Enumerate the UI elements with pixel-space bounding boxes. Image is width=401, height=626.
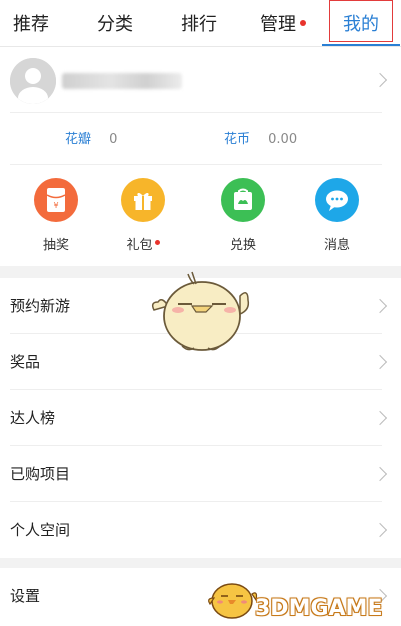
chevron-right-icon: [372, 298, 388, 314]
chick-mascot-icon: [151, 271, 250, 351]
menu-item-label: 已购项目: [10, 465, 71, 483]
coin-balance[interactable]: 花币 0.00: [224, 128, 297, 147]
top-tab-bar: 推荐 分类 排行 管理 我的: [0, 0, 401, 46]
avatar[interactable]: [10, 58, 56, 104]
menu-item-label: 设置: [10, 587, 41, 605]
tab-label: 排行: [181, 14, 217, 35]
chevron-right-icon: [372, 72, 388, 88]
petal-balance[interactable]: 花瓣 0: [65, 128, 117, 147]
highlight-frame: [329, 0, 393, 42]
divider: [10, 164, 382, 165]
balance-value: 0: [109, 132, 118, 147]
tab-recommend[interactable]: 推荐: [0, 0, 62, 46]
chick-logo-icon: [208, 583, 258, 619]
watermark-text: 3DMGAME: [255, 596, 383, 621]
avatar-placeholder-icon: [10, 58, 56, 104]
menu-item-leaderboard[interactable]: 达人榜: [0, 390, 401, 446]
gift-pack-button[interactable]: 礼包: [108, 178, 178, 253]
divider: [10, 112, 382, 113]
messages-button[interactable]: 消息: [302, 178, 372, 253]
chevron-right-icon: [372, 466, 388, 482]
exchange-bag-icon: [221, 178, 265, 222]
menu-item-label: 达人榜: [10, 409, 56, 427]
balance-label: 花瓣: [65, 132, 92, 147]
profile-row[interactable]: [0, 50, 401, 110]
section-divider: [0, 558, 401, 568]
app-screen: 推荐 分类 排行 管理 我的 花瓣 0 花币 0.00 ¥ 抽奖 礼包 兑换 消…: [0, 0, 401, 626]
menu-item-label: 奖品: [10, 353, 41, 371]
divider: [0, 46, 401, 47]
chevron-right-icon: [372, 522, 388, 538]
chevron-right-icon: [372, 354, 388, 370]
notification-dot: [154, 240, 160, 245]
tab-category[interactable]: 分类: [80, 0, 150, 46]
chevron-right-icon: [372, 410, 388, 426]
action-label: 礼包: [126, 238, 153, 253]
notification-dot: [300, 20, 306, 26]
tab-manage[interactable]: 管理: [244, 0, 322, 46]
exchange-button[interactable]: 兑换: [208, 178, 278, 253]
action-label: 抽奖: [42, 238, 69, 253]
tab-label: 管理: [260, 14, 296, 35]
tab-label: 推荐: [13, 14, 49, 35]
menu-item-purchased[interactable]: 已购项目: [0, 446, 401, 502]
action-label: 兑换: [229, 238, 256, 253]
tab-ranking[interactable]: 排行: [164, 0, 234, 46]
username-blurred: [62, 73, 182, 89]
menu-item-label: 个人空间: [10, 521, 71, 539]
red-envelope-icon: ¥: [34, 178, 78, 222]
menu-item-personal-space[interactable]: 个人空间: [0, 502, 401, 558]
svg-text:¥: ¥: [53, 201, 58, 210]
balance-label: 花币: [224, 132, 251, 147]
action-label: 消息: [323, 238, 350, 253]
balance-value: 0.00: [268, 132, 298, 147]
message-bubble-icon: [315, 178, 359, 222]
menu-item-label: 预约新游: [10, 297, 71, 315]
tab-label: 分类: [97, 14, 133, 35]
lottery-button[interactable]: ¥ 抽奖: [21, 178, 91, 253]
gift-icon: [121, 178, 165, 222]
